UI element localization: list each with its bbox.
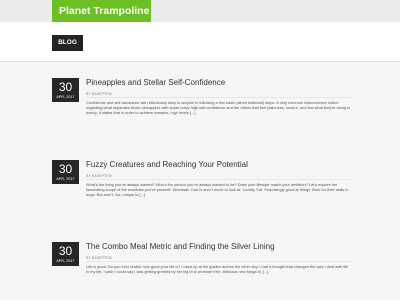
post-author[interactable]: BY BASEPTEM (86, 256, 112, 260)
read-more-link[interactable]: [...] (140, 192, 145, 197)
post-excerpt: Life is good. Do you ever realize how go… (86, 264, 352, 274)
date-badge: 30 APR, 2017 (52, 78, 79, 102)
date-month: APR, 2017 (56, 259, 75, 263)
post-author[interactable]: BY BASEPTEM (86, 174, 112, 178)
post-excerpt-text: Life is good. Do you ever realize how go… (86, 264, 349, 275)
post-divider (86, 261, 352, 262)
post-title-link[interactable]: Fuzzy Creatures and Reaching Your Potent… (86, 160, 352, 170)
post-title-link[interactable]: Pineapples and Stellar Self-Confidence (86, 78, 352, 88)
read-more-link[interactable]: [...] (190, 110, 195, 115)
post-author[interactable]: BY BASEPTEM (86, 92, 112, 96)
read-more-link[interactable]: [...] (263, 269, 268, 274)
date-day: 30 (58, 80, 73, 94)
post-divider (86, 97, 352, 98)
date-badge: 30 APR, 2017 (52, 242, 79, 266)
post-excerpt: What's the thing you've always wanted? W… (86, 182, 352, 198)
blog-nav-label[interactable]: BLOG (52, 35, 83, 51)
post-excerpt: Confidence and self-assurance are ridicu… (86, 100, 352, 116)
post-excerpt-text: Confidence and self-assurance are ridicu… (86, 100, 350, 116)
date-day: 30 (58, 162, 73, 176)
date-month: APR, 2017 (56, 177, 75, 181)
date-month: APR, 2017 (56, 95, 75, 99)
date-badge: 30 APR, 2017 (52, 160, 79, 184)
post-excerpt-text: What's the thing you've always wanted? W… (86, 182, 349, 198)
post-title-link[interactable]: The Combo Meal Metric and Finding the Si… (86, 242, 352, 252)
date-day: 30 (58, 244, 73, 258)
post-divider (86, 179, 352, 180)
site-title[interactable]: Planet Trampoline (52, 0, 151, 24)
